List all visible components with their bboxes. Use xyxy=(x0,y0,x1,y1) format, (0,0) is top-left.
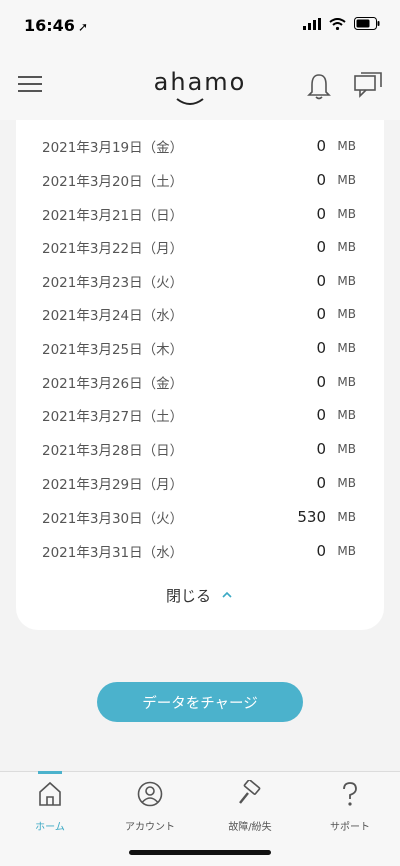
tab-label: サポート xyxy=(330,822,370,833)
usage-row: 2021年3月25日（木） 0 MB xyxy=(42,331,356,365)
logo: ahamo xyxy=(153,68,247,96)
battery-icon xyxy=(354,17,380,30)
usage-row: 2021年3月26日（金） 0 MB xyxy=(42,365,356,399)
logo-smile-icon xyxy=(176,98,204,105)
usage-unit: MB xyxy=(337,207,356,221)
usage-row: 2021年3月19日（金） 0 MB xyxy=(42,129,356,163)
usage-date: 2021年3月25日（木） xyxy=(42,342,184,358)
usage-unit: MB xyxy=(337,544,356,558)
usage-value: 0 xyxy=(316,205,326,223)
home-indicator xyxy=(129,850,271,855)
usage-unit: MB xyxy=(337,341,356,355)
usage-value: 0 xyxy=(316,373,326,391)
usage-date: 2021年3月19日（金） xyxy=(42,140,184,156)
usage-unit: MB xyxy=(337,442,356,456)
usage-date: 2021年3月29日（月） xyxy=(42,477,184,493)
usage-date: 2021年3月27日（土） xyxy=(42,409,184,425)
usage-row: 2021年3月30日（火） 530 MB xyxy=(42,500,356,534)
usage-unit: MB xyxy=(337,408,356,422)
usage-unit: MB xyxy=(337,240,356,254)
app-header: ahamo xyxy=(0,50,400,120)
tab-home[interactable]: ホーム xyxy=(10,780,90,840)
status-icons xyxy=(303,17,380,30)
account-icon xyxy=(137,781,163,807)
usage-value: 530 xyxy=(297,508,326,526)
tab-label: ホーム xyxy=(35,822,65,833)
close-label: 閉じる xyxy=(166,586,212,605)
usage-row: 2021年3月28日（日） 0 MB xyxy=(42,432,356,466)
status-time: 16:46 ➚ xyxy=(24,16,88,35)
location-arrow-icon: ➚ xyxy=(77,20,88,34)
usage-unit: MB xyxy=(337,375,356,389)
tab-account[interactable]: アカウント xyxy=(110,780,190,840)
usage-value: 0 xyxy=(316,339,326,357)
usage-row: 2021年3月24日（水） 0 MB xyxy=(42,297,356,331)
tab-label: 故障/紛失 xyxy=(228,822,272,833)
usage-date: 2021年3月23日（火） xyxy=(42,275,184,291)
home-icon xyxy=(39,781,61,806)
usage-value: 0 xyxy=(316,406,326,424)
usage-date: 2021年3月28日（日） xyxy=(42,443,184,459)
usage-unit: MB xyxy=(337,274,356,288)
usage-value: 0 xyxy=(316,171,326,189)
usage-value: 0 xyxy=(316,440,326,458)
usage-date: 2021年3月22日（月） xyxy=(42,241,184,257)
signal-icon xyxy=(303,17,321,30)
usage-date: 2021年3月20日（土） xyxy=(42,174,184,190)
usage-value: 0 xyxy=(316,238,326,256)
menu-line xyxy=(18,90,42,92)
menu-line xyxy=(18,76,42,78)
chevron-up-icon xyxy=(222,591,232,598)
charge-data-button[interactable]: データをチャージ xyxy=(97,682,303,722)
active-tab-indicator xyxy=(38,771,62,774)
data-usage-card: 2021年3月19日（金） 0 MB 2021年3月20日（土） 0 MB 20… xyxy=(16,120,384,630)
wifi-icon xyxy=(329,17,346,30)
close-toggle[interactable]: 閉じる xyxy=(166,583,246,607)
menu-line xyxy=(18,83,42,85)
usage-unit: MB xyxy=(337,139,356,153)
usage-row: 2021年3月22日（月） 0 MB xyxy=(42,230,356,264)
usage-row: 2021年3月23日（火） 0 MB xyxy=(42,264,356,298)
usage-value: 0 xyxy=(316,542,326,560)
usage-date: 2021年3月21日（日） xyxy=(42,208,184,224)
usage-date: 2021年3月24日（水） xyxy=(42,308,184,324)
usage-date: 2021年3月26日（金） xyxy=(42,376,184,392)
usage-value: 0 xyxy=(316,305,326,323)
tab-label: アカウント xyxy=(125,822,175,833)
usage-unit: MB xyxy=(337,476,356,490)
tab-support[interactable]: サポート xyxy=(310,780,390,840)
help-icon xyxy=(343,782,357,806)
usage-unit: MB xyxy=(337,173,356,187)
usage-unit: MB xyxy=(337,510,356,524)
usage-date: 2021年3月31日（水） xyxy=(42,545,184,561)
usage-row: 2021年3月27日（土） 0 MB xyxy=(42,398,356,432)
hammer-icon xyxy=(239,779,261,804)
usage-unit: MB xyxy=(337,307,356,321)
tab-breakdown[interactable]: 故障/紛失 xyxy=(210,779,290,840)
usage-row: 2021年3月21日（日） 0 MB xyxy=(42,197,356,231)
menu-button[interactable] xyxy=(18,76,42,94)
bell-icon[interactable] xyxy=(307,72,331,100)
chat-icon[interactable] xyxy=(354,72,382,98)
status-time-text: 16:46 xyxy=(24,16,75,35)
usage-value: 0 xyxy=(316,474,326,492)
status-bar: 16:46 ➚ xyxy=(0,0,400,50)
usage-row: 2021年3月20日（土） 0 MB xyxy=(42,163,356,197)
usage-value: 0 xyxy=(316,272,326,290)
usage-row: 2021年3月29日（月） 0 MB xyxy=(42,466,356,500)
usage-date: 2021年3月30日（火） xyxy=(42,511,184,527)
usage-row: 2021年3月31日（水） 0 MB xyxy=(42,534,356,568)
usage-value: 0 xyxy=(316,137,326,155)
